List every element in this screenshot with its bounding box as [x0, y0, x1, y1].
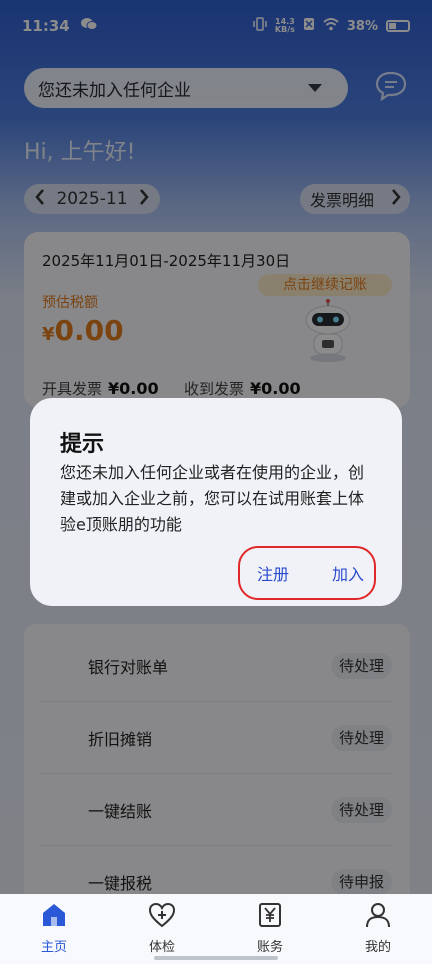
dialog-title: 提示: [60, 432, 105, 457]
tab-home-label: 主页: [40, 940, 67, 955]
dialog-message: 您还未加入任何企业或者在使用的企业，创建或加入企业之前，您可以在试用账套上体验e…: [60, 463, 365, 534]
tab-checkup[interactable]: 体检: [127, 902, 197, 964]
person-icon: [364, 902, 392, 932]
home-indicator[interactable]: [154, 956, 278, 960]
tab-checkup-label: 体检: [148, 940, 175, 955]
join-button[interactable]: 加入: [332, 561, 364, 585]
home-icon: [40, 902, 68, 932]
heart-plus-icon: [148, 902, 176, 932]
tab-accounting[interactable]: 账务: [235, 902, 305, 964]
tab-accounting-label: 账务: [256, 940, 283, 955]
tab-mine-label: 我的: [364, 940, 391, 955]
register-button[interactable]: 注册: [257, 561, 289, 585]
prompt-dialog: 提示 您还未加入任何企业或者在使用的企业，创建或加入企业之前，您可以在试用账套上…: [30, 398, 402, 606]
bottom-tab-bar: 主页 体检 账务 我的: [0, 894, 432, 964]
tab-home[interactable]: 主页: [19, 902, 89, 964]
ledger-yen-icon: [256, 902, 284, 932]
tab-mine[interactable]: 我的: [343, 902, 413, 964]
